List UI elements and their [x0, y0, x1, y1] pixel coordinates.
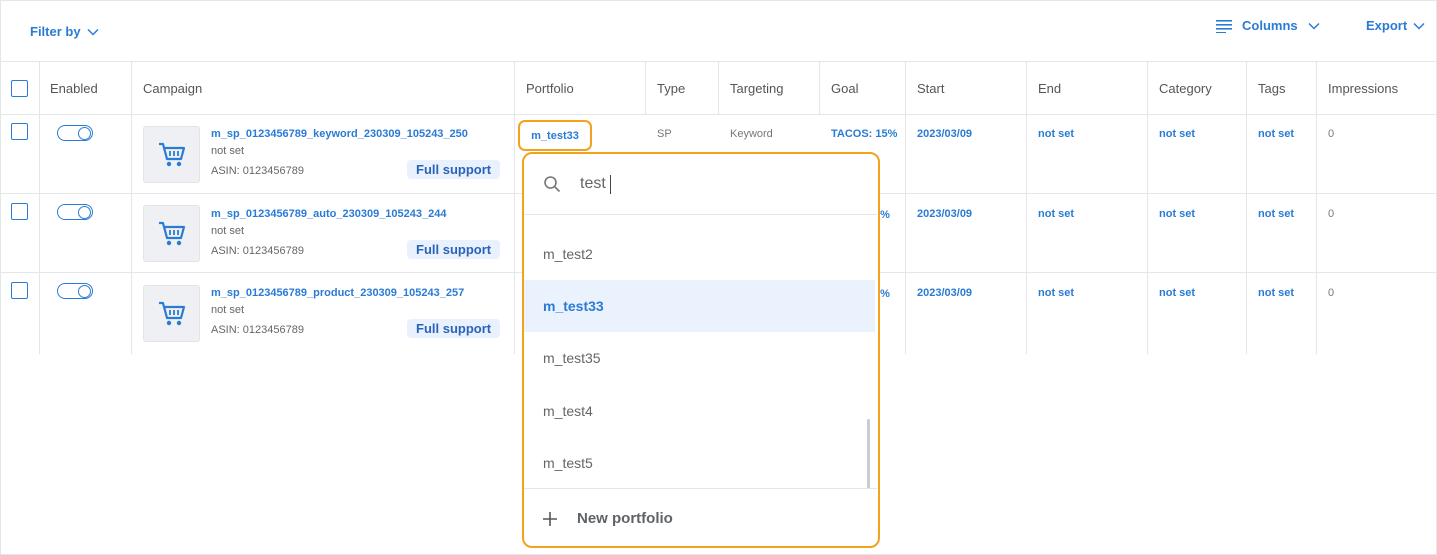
- category-cell[interactable]: not set: [1159, 287, 1195, 299]
- text-caret: [610, 175, 611, 194]
- impressions-cell: 0: [1328, 128, 1335, 140]
- tags-cell[interactable]: not set: [1258, 287, 1294, 299]
- chevron-down-icon: [1308, 22, 1320, 30]
- type-cell: SP: [657, 128, 672, 140]
- impressions-cell: 0: [1328, 208, 1335, 220]
- end-date-cell[interactable]: not set: [1038, 208, 1074, 220]
- columns-label: Columns: [1242, 18, 1298, 33]
- portfolio-selector[interactable]: m_test33: [518, 120, 592, 151]
- portfolio-option[interactable]: m_test2: [524, 228, 875, 280]
- column-divider: [718, 62, 719, 115]
- support-badge: Full support: [407, 160, 501, 179]
- start-date-cell[interactable]: 2023/03/09: [917, 128, 972, 140]
- portfolio-option[interactable]: m_test35: [524, 332, 875, 384]
- support-badge: Full support: [407, 319, 501, 338]
- column-divider: [645, 62, 646, 115]
- row-checkbox[interactable]: [11, 282, 28, 299]
- campaign-name-link[interactable]: m_sp_0123456789_product_230309_105243_25…: [211, 287, 464, 299]
- goal-cell[interactable]: TACOS: 15%: [831, 128, 897, 140]
- category-cell[interactable]: not set: [1159, 208, 1195, 220]
- export-label: Export: [1366, 18, 1408, 33]
- campaign-subtitle: not set: [211, 145, 245, 157]
- new-portfolio-button[interactable]: New portfolio: [524, 488, 877, 546]
- campaign-subtitle: not set: [211, 304, 245, 316]
- chevron-down-icon: [1413, 22, 1425, 30]
- product-thumbnail: [143, 285, 200, 342]
- column-divider: [819, 62, 820, 115]
- asin-text: ASIN: 0123456789: [211, 165, 304, 177]
- toolbar: Filter by Columns Export: [0, 0, 1437, 62]
- search-icon: [544, 176, 561, 193]
- enabled-toggle[interactable]: [57, 283, 93, 299]
- shopping-cart-icon: [158, 142, 185, 166]
- start-date-cell[interactable]: 2023/03/09: [917, 287, 972, 299]
- impressions-cell: 0: [1328, 287, 1335, 299]
- campaign-subtitle: not set: [211, 225, 245, 237]
- portfolio-value: m_test33: [531, 129, 579, 142]
- export-button[interactable]: Export: [1366, 18, 1425, 33]
- product-thumbnail: [143, 126, 200, 183]
- end-date-cell[interactable]: not set: [1038, 128, 1074, 140]
- asin-text: ASIN: 0123456789: [211, 245, 304, 257]
- new-portfolio-label: New portfolio: [577, 510, 673, 527]
- portfolio-search: [524, 154, 877, 215]
- filter-by-label: Filter by: [30, 24, 81, 39]
- campaign-name-link[interactable]: m_sp_0123456789_auto_230309_105243_244: [211, 208, 447, 220]
- portfolio-option[interactable]: m_test4: [524, 385, 875, 437]
- row-checkbox[interactable]: [11, 203, 28, 220]
- start-date-cell[interactable]: 2023/03/09: [917, 208, 972, 220]
- product-thumbnail: [143, 205, 200, 262]
- portfolio-search-input[interactable]: [580, 170, 850, 198]
- end-date-cell[interactable]: not set: [1038, 287, 1074, 299]
- portfolio-option[interactable]: m_test5: [524, 437, 875, 489]
- shopping-cart-icon: [158, 221, 185, 245]
- plus-icon: [543, 511, 557, 526]
- tags-cell[interactable]: not set: [1258, 128, 1294, 140]
- shopping-cart-icon: [158, 301, 185, 325]
- enabled-toggle[interactable]: [57, 204, 93, 220]
- support-badge: Full support: [407, 240, 501, 259]
- dropdown-scrollbar[interactable]: [867, 419, 870, 489]
- enabled-toggle[interactable]: [57, 125, 93, 141]
- columns-list-icon: [1216, 19, 1232, 33]
- asin-text: ASIN: 0123456789: [211, 324, 304, 336]
- targeting-cell: Keyword: [730, 128, 773, 140]
- row-checkbox[interactable]: [11, 123, 28, 140]
- portfolio-dropdown: m_test2 m_test33 m_test35 m_test4 m_test…: [522, 152, 880, 548]
- tags-cell[interactable]: not set: [1258, 208, 1294, 220]
- filter-by-button[interactable]: Filter by: [30, 24, 99, 39]
- campaign-name-link[interactable]: m_sp_0123456789_keyword_230309_105243_25…: [211, 128, 468, 140]
- chevron-down-icon: [87, 28, 99, 36]
- category-cell[interactable]: not set: [1159, 128, 1195, 140]
- portfolio-option-selected[interactable]: m_test33: [524, 280, 875, 332]
- columns-button[interactable]: Columns: [1216, 18, 1320, 33]
